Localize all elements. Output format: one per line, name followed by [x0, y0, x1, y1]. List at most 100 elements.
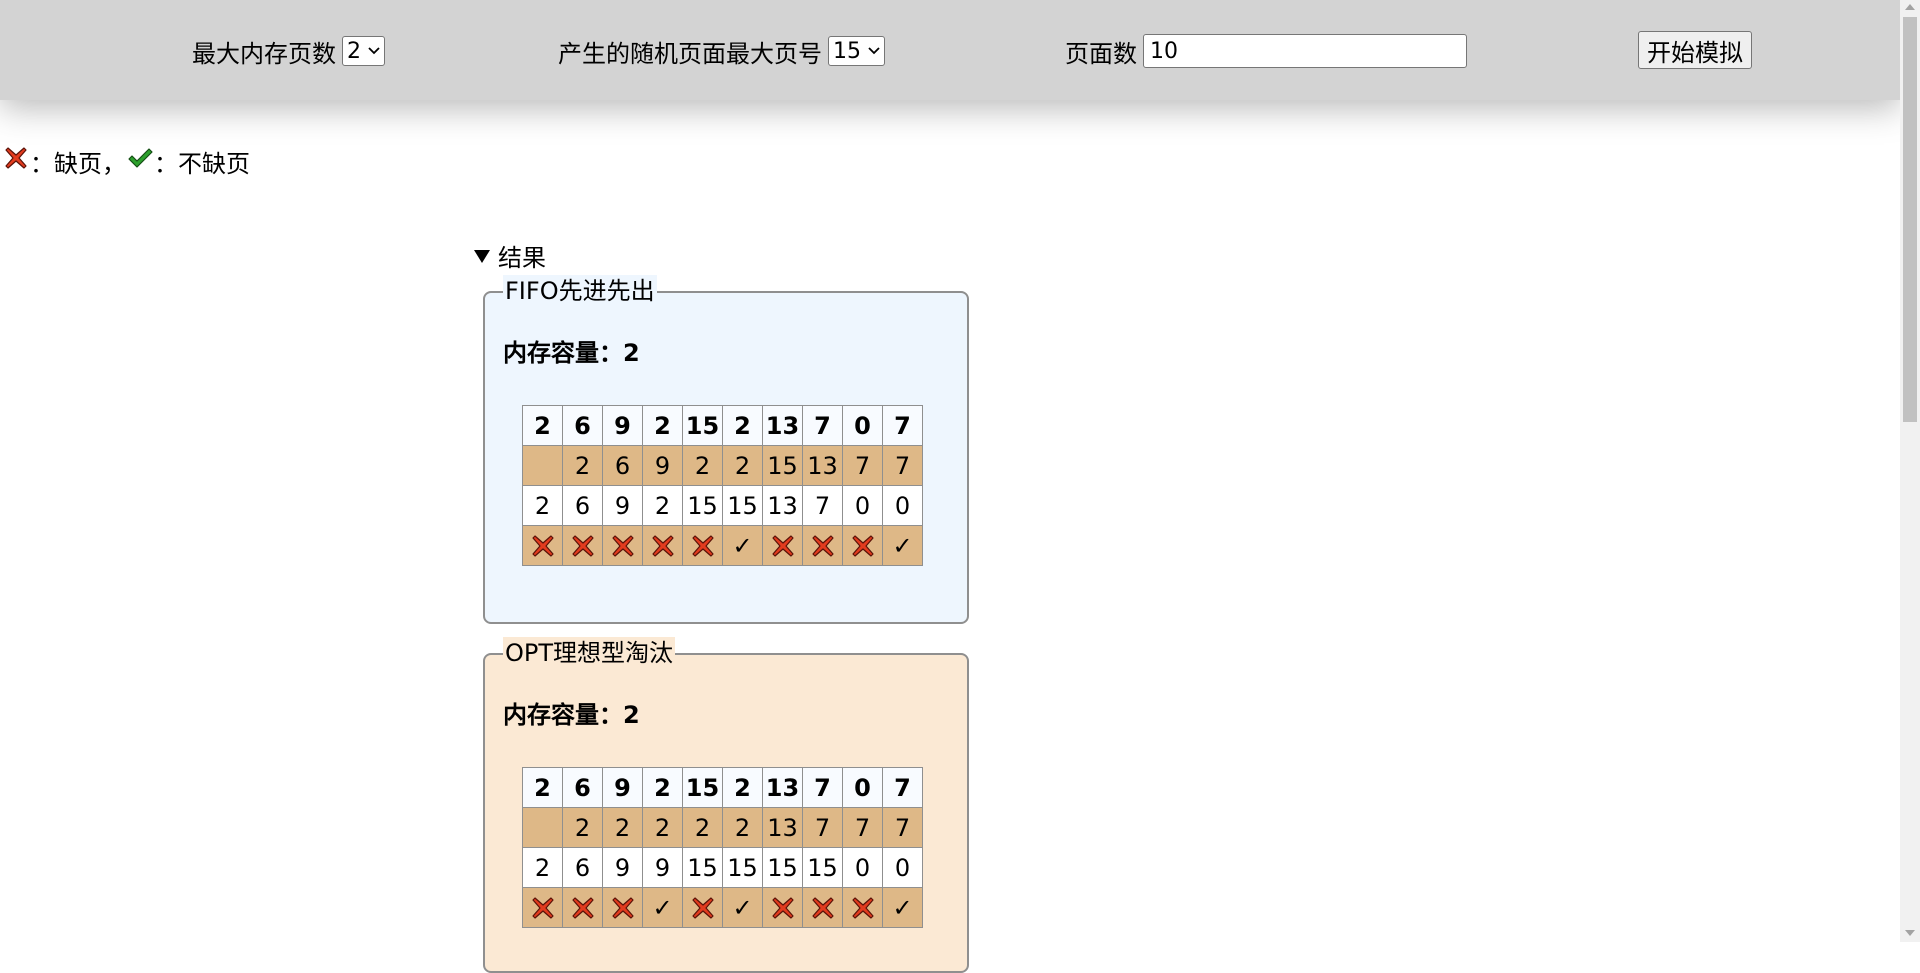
max-page-group: 产生的随机页面最大页号 15	[558, 33, 885, 69]
table-cell: 13	[762, 485, 803, 526]
table-cell: 0	[842, 847, 883, 888]
red-cross-icon	[842, 525, 883, 566]
scrollbar-thumb[interactable]	[1903, 17, 1917, 422]
table-cell: 2	[562, 445, 603, 486]
table-cell: 2	[642, 405, 683, 446]
results-summary-label: 结果	[498, 244, 546, 272]
red-cross-icon	[682, 887, 723, 928]
table-cell: 2	[642, 767, 683, 808]
table-cell: 6	[562, 405, 603, 446]
opt-status-row: ✓ ✓ ✓	[522, 887, 923, 928]
table-cell: 2	[522, 405, 563, 446]
table-cell: 9	[602, 767, 643, 808]
red-cross-icon	[562, 887, 603, 928]
start-simulation-button[interactable]: 开始模拟	[1638, 31, 1752, 69]
opt-sequence-row: 2 6 9 2 15 2 13 7 0 7	[522, 767, 923, 808]
max-memory-label: 最大内存页数	[192, 39, 336, 68]
scroll-down-arrow-icon[interactable]	[1905, 930, 1915, 936]
chevron-down-icon	[868, 47, 880, 55]
max-memory-group: 最大内存页数 2	[192, 33, 385, 69]
page-count-label: 页面数	[1065, 39, 1137, 68]
opt-memory-slot-row: 2 6 9 9 15 15 15 15 0 0	[522, 847, 923, 888]
check-mark-icon: ✓	[642, 887, 683, 928]
fifo-sequence-row: 2 6 9 2 15 2 13 7 0 7	[522, 405, 923, 446]
green-check-icon	[126, 144, 154, 178]
table-cell: 2	[722, 445, 763, 486]
page-count-input[interactable]: 10	[1143, 34, 1467, 68]
table-cell: 2	[682, 445, 723, 486]
table-cell: 13	[762, 405, 803, 446]
max-memory-value: 2	[347, 38, 361, 64]
table-cell: 7	[802, 807, 843, 848]
table-cell: 2	[562, 807, 603, 848]
table-cell: 9	[602, 847, 643, 888]
table-cell: 9	[602, 485, 643, 526]
red-cross-icon	[642, 525, 683, 566]
table-cell: 15	[682, 405, 723, 446]
table-cell: 7	[842, 807, 883, 848]
table-cell: 6	[562, 485, 603, 526]
table-cell	[522, 445, 563, 486]
table-cell: 7	[842, 445, 883, 486]
table-cell: 2	[722, 807, 763, 848]
table-cell: 6	[562, 767, 603, 808]
check-mark-icon: ✓	[722, 525, 763, 566]
results-summary[interactable]: 结果	[474, 238, 546, 273]
max-page-label: 产生的随机页面最大页号	[558, 39, 822, 68]
table-cell: 15	[762, 445, 803, 486]
max-memory-select[interactable]: 2	[342, 36, 385, 66]
fifo-memory-slot-row: 2 6 9 2 15 15 13 7 0 0	[522, 485, 923, 526]
opt-title: OPT理想型淘汰	[503, 637, 676, 669]
table-cell: 0	[842, 405, 883, 446]
table-cell: 15	[722, 847, 763, 888]
opt-result-panel: OPT理想型淘汰 内存容量：2 2 6 9 2 15 2 13 7 0 7 2 2 2 2 2 13 7 7 7 2 6…	[483, 637, 969, 973]
table-cell: 2	[642, 485, 683, 526]
red-cross-icon	[2, 144, 30, 178]
table-cell: 0	[882, 847, 923, 888]
table-cell: 7	[802, 405, 843, 446]
table-cell: 15	[682, 485, 723, 526]
table-cell: 2	[642, 807, 683, 848]
fifo-capacity: 内存容量：2	[503, 339, 640, 367]
red-cross-icon	[602, 525, 643, 566]
settings-toolbar: 最大内存页数 2 产生的随机页面最大页号 15 页面数 10 开始模拟	[0, 0, 1900, 100]
red-cross-icon	[762, 525, 803, 566]
max-page-value: 15	[833, 38, 861, 64]
opt-capacity: 内存容量：2	[503, 701, 640, 729]
red-cross-icon	[802, 887, 843, 928]
max-page-select[interactable]: 15	[828, 36, 885, 66]
page-count-group: 页面数 10	[1065, 33, 1467, 69]
table-cell: 15	[802, 847, 843, 888]
table-cell: 13	[762, 807, 803, 848]
page-count-value: 10	[1150, 38, 1178, 64]
triangle-down-icon	[474, 242, 490, 270]
table-cell: 0	[842, 767, 883, 808]
table-cell: 6	[602, 445, 643, 486]
check-mark-icon: ✓	[722, 887, 763, 928]
red-cross-icon	[762, 887, 803, 928]
page-scrollbar[interactable]	[1900, 0, 1920, 942]
check-mark-icon: ✓	[882, 525, 923, 566]
fifo-table: 2 6 9 2 15 2 13 7 0 7 2 6 9 2 2 15 13 7 7 2 6 9 2 15 15 13 7 0 0 ✓ ✓	[522, 405, 923, 566]
table-cell: 9	[642, 847, 683, 888]
table-cell: 9	[602, 405, 643, 446]
red-cross-icon	[522, 887, 563, 928]
table-cell: 6	[562, 847, 603, 888]
table-cell: 7	[802, 485, 843, 526]
table-cell: 15	[762, 847, 803, 888]
table-cell: 0	[842, 485, 883, 526]
table-cell: 2	[602, 807, 643, 848]
legend: ：缺页， ：不缺页	[2, 144, 250, 178]
table-cell: 15	[682, 847, 723, 888]
table-cell: 2	[522, 767, 563, 808]
fifo-status-row: ✓ ✓	[522, 525, 923, 566]
chevron-down-icon	[368, 47, 380, 55]
table-cell: 0	[882, 485, 923, 526]
table-cell: 2	[682, 807, 723, 848]
fifo-title: FIFO先进先出	[503, 275, 657, 307]
fifo-result-panel: FIFO先进先出 内存容量：2 2 6 9 2 15 2 13 7 0 7 2 6 9 2 2 15 13 7 7 2…	[483, 275, 969, 624]
table-cell: 15	[722, 485, 763, 526]
red-cross-icon	[602, 887, 643, 928]
scroll-up-arrow-icon[interactable]	[1905, 4, 1915, 10]
legend-hit-text: ：不缺页	[154, 149, 250, 178]
